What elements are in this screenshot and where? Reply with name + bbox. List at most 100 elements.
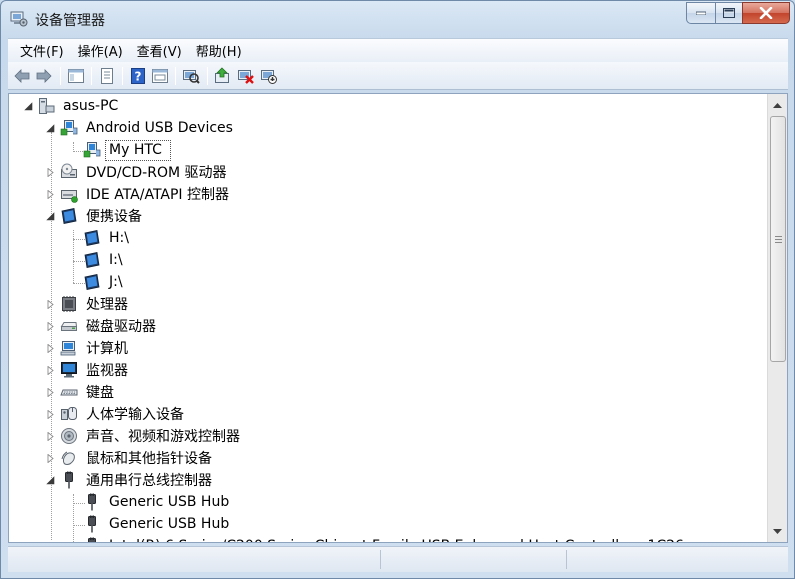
usb-plug-icon [88,537,96,542]
expand-triangle-icon[interactable] [46,388,55,397]
scroll-down-arrow-icon [773,528,782,534]
menu-file[interactable]: 文件(F) [13,41,71,60]
scroll-down-button[interactable] [768,522,787,540]
usb-plug-icon [65,471,73,489]
collapse-triangle-icon[interactable] [46,124,55,133]
details-view-icon[interactable] [151,67,169,85]
toolbar: ? [8,62,788,90]
tree-node-label: 磁盘驱动器 [86,319,156,335]
monitor-icon [61,362,77,378]
forward-arrow-icon[interactable] [35,67,53,85]
portable-device-icon [84,274,100,290]
tree-node-label: H:\ [109,230,129,246]
computer-icon [60,341,76,356]
tree-node-label: 监视器 [86,363,128,379]
expand-triangle-icon[interactable] [46,344,55,353]
hid-icon [61,407,77,420]
expand-triangle-icon[interactable] [46,168,55,177]
window-title: 设备管理器 [35,13,105,29]
tree-node-label: 处理器 [86,297,128,313]
tree-node[interactable]: Intel(R) 6 Series/C200 Series Chipset Fa… [109,535,684,542]
mouse-icon [61,451,75,465]
expand-triangle-icon[interactable] [46,366,55,375]
title-bar[interactable]: 设备管理器 [1,1,794,35]
tree-node[interactable]: Android USB Devices [86,117,233,139]
tree-node-label: IDE ATA/ATAPI 控制器 [86,187,230,203]
tree-node-label: 通用串行总线控制器 [86,473,212,489]
device-manager-window: 设备管理器 文件(F) 操作(A) 查看(V) 帮助(H) ? asus-PC … [0,0,795,579]
minimize-button[interactable] [686,2,715,24]
scroll-thumb[interactable] [770,116,786,362]
tree-node[interactable]: 人体学输入设备 [86,403,184,425]
maximize-button[interactable] [715,2,742,24]
tree-node[interactable]: asus-PC [63,95,118,117]
tree-node-label: 便携设备 [86,209,142,225]
update-driver-icon[interactable] [214,67,232,85]
tree-node[interactable]: IDE ATA/ATAPI 控制器 [86,183,229,205]
help-icon[interactable]: ? [129,67,147,85]
expand-triangle-icon[interactable] [46,410,55,419]
tree-node[interactable]: H:\ [109,227,129,249]
status-bar [8,546,788,572]
tree-node[interactable]: Generic USB Hub [109,491,229,513]
tree-node[interactable]: My HTC [109,139,162,161]
ide-controller-icon [61,190,78,203]
tree-node[interactable]: Generic USB Hub [109,513,229,535]
tree-node[interactable]: 通用串行总线控制器 [86,469,212,491]
tree-node[interactable]: 鼠标和其他指针设备 [86,447,212,469]
tree-node-label: Generic USB Hub [109,516,230,532]
tree-node-label: asus-PC [63,98,119,114]
usb-plug-icon [88,493,96,511]
tree-node-label: 鼠标和其他指针设备 [86,451,212,467]
collapse-triangle-icon[interactable] [24,102,33,111]
caption-buttons [686,2,790,24]
expand-triangle-icon[interactable] [46,190,55,199]
back-arrow-icon[interactable] [13,67,31,85]
tree-node-label: Intel(R) 6 Series/C200 Series Chipset Fa… [109,538,684,542]
properties-icon[interactable] [98,67,116,85]
android-usb-icon [60,120,78,136]
tree-node[interactable]: J:\ [109,271,123,293]
menu-view[interactable]: 查看(V) [130,41,189,60]
thumb-grip-icon [774,235,782,243]
scan-hardware-icon[interactable] [182,67,200,85]
tree-node[interactable]: 处理器 [86,293,128,315]
close-button[interactable] [742,2,790,24]
device-manager-icon [10,11,28,27]
processor-icon [62,296,76,312]
device-tree[interactable]: asus-PC Android USB Devices My HTC DVD/CD-R… [8,93,788,543]
disk-drive-icon [60,322,78,331]
tree-node[interactable]: 声音、视频和游戏控制器 [86,425,240,447]
tree-node-label: 键盘 [86,385,114,401]
tree-node[interactable]: 便携设备 [86,205,142,227]
tree-node[interactable]: DVD/CD-ROM 驱动器 [86,161,227,183]
expand-triangle-icon[interactable] [46,454,55,463]
disable-device-icon[interactable] [260,67,278,85]
tree-node[interactable]: 键盘 [86,381,114,403]
usb-plug-icon [88,515,96,533]
uninstall-icon[interactable] [237,67,255,85]
portable-device-icon [84,230,100,246]
tree-node[interactable]: 监视器 [86,359,128,381]
collapse-triangle-icon[interactable] [46,476,55,485]
tree-node[interactable]: 计算机 [86,337,128,359]
menu-help[interactable]: 帮助(H) [189,41,249,60]
tree-node-label: 计算机 [86,341,128,357]
minimize-icon [696,11,706,15]
vertical-scrollbar[interactable] [767,94,787,542]
show-hide-tree-icon[interactable] [67,67,85,85]
expand-triangle-icon[interactable] [46,432,55,441]
portable-device-icon [84,252,100,268]
tree-node-label: 人体学输入设备 [86,407,184,423]
scroll-up-button[interactable] [768,96,787,114]
tree-node-label: My HTC [109,142,162,158]
menu-bar: 文件(F) 操作(A) 查看(V) 帮助(H) [8,38,788,62]
collapse-triangle-icon[interactable] [46,212,55,221]
expand-triangle-icon[interactable] [46,300,55,309]
tree-node-label: I:\ [109,252,123,268]
expand-triangle-icon[interactable] [46,322,55,331]
android-usb-icon [83,142,101,158]
tree-node[interactable]: 磁盘驱动器 [86,315,156,337]
tree-node[interactable]: I:\ [109,249,123,271]
menu-action[interactable]: 操作(A) [71,41,130,60]
